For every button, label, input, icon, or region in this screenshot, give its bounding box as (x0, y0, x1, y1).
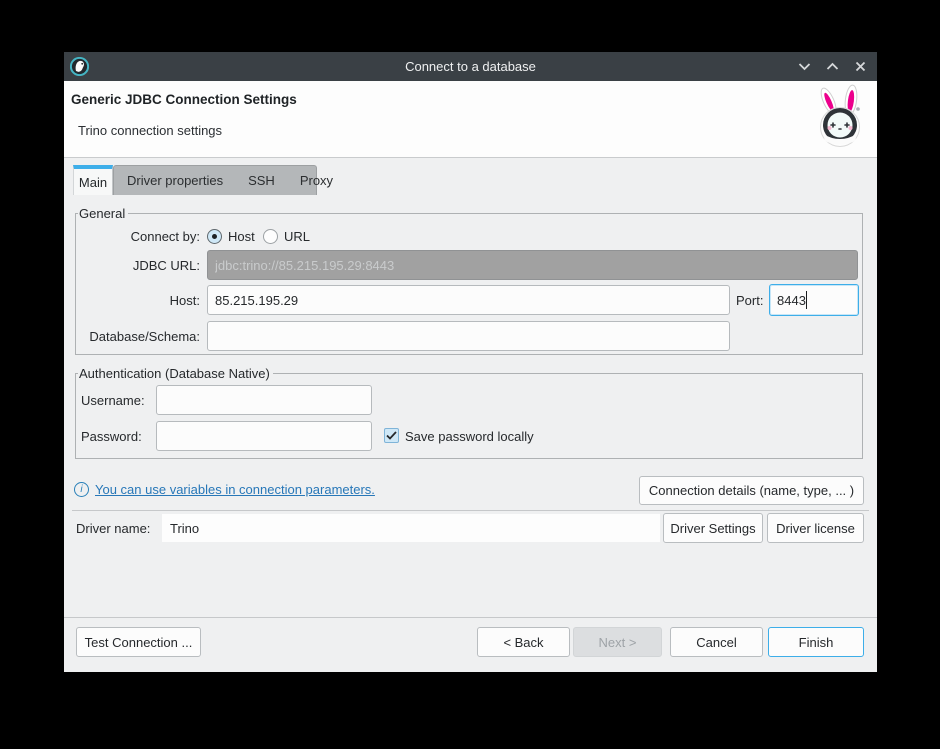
screen: Connect to a database Generic JDBC Conne… (0, 0, 940, 749)
username-label: Username: (81, 393, 145, 408)
tab-driver-properties[interactable]: Driver properties (127, 173, 223, 188)
password-label: Password: (81, 429, 142, 444)
page-subtitle: Trino connection settings (78, 123, 222, 138)
text-caret (806, 291, 807, 309)
tab-strip: Driver properties SSH Proxy (113, 165, 317, 195)
tab-main[interactable]: Main (73, 165, 113, 195)
driver-license-button[interactable]: Driver license (767, 513, 864, 543)
radio-host[interactable] (207, 229, 222, 244)
page-title: Generic JDBC Connection Settings (71, 92, 297, 107)
close-icon[interactable] (853, 60, 867, 74)
jdbc-url-field (207, 250, 858, 280)
driver-name-label: Driver name: (76, 521, 150, 536)
save-password-checkbox[interactable] (384, 428, 399, 443)
connect-dialog: Connect to a database Generic JDBC Conne… (64, 52, 877, 672)
port-label: Port: (736, 293, 763, 308)
variables-link[interactable]: You can use variables in connection para… (95, 482, 375, 497)
connect-by-label: Connect by: (76, 229, 200, 244)
tab-ssh[interactable]: SSH (248, 173, 275, 188)
port-field-wrap (769, 284, 859, 316)
dbeaver-app-icon[interactable] (70, 57, 89, 76)
driver-settings-button[interactable]: Driver Settings (663, 513, 763, 543)
connection-details-button[interactable]: Connection details (name, type, ... ) (639, 476, 864, 505)
auth-legend: Authentication (Database Native) (78, 366, 273, 381)
separator (72, 510, 869, 511)
minimize-icon[interactable] (797, 60, 811, 74)
password-field[interactable] (156, 421, 372, 451)
general-legend: General (78, 206, 128, 221)
host-label: Host: (76, 293, 200, 308)
database-label: Database/Schema: (76, 329, 200, 344)
jdbc-url-label: JDBC URL: (76, 258, 200, 273)
driver-name-field (162, 514, 660, 542)
radio-url[interactable] (263, 229, 278, 244)
footer-separator (64, 617, 877, 618)
port-field[interactable] (769, 284, 859, 316)
radio-url-label[interactable]: URL (284, 229, 310, 244)
tab-main-label: Main (79, 175, 107, 190)
back-button[interactable]: < Back (477, 627, 570, 657)
test-connection-button[interactable]: Test Connection ... (76, 627, 201, 657)
info-icon: i (74, 482, 89, 497)
username-field[interactable] (156, 385, 372, 415)
tab-proxy[interactable]: Proxy (300, 173, 333, 188)
maximize-icon[interactable] (825, 60, 839, 74)
cancel-button[interactable]: Cancel (670, 627, 763, 657)
window-controls (797, 52, 867, 81)
finish-button[interactable]: Finish (768, 627, 864, 657)
database-field[interactable] (207, 321, 730, 351)
window-title: Connect to a database (405, 59, 536, 74)
save-password-label[interactable]: Save password locally (405, 429, 534, 444)
dialog-header: Generic JDBC Connection Settings Trino c… (64, 81, 877, 158)
titlebar: Connect to a database (64, 52, 877, 81)
host-field[interactable] (207, 285, 730, 315)
next-button: Next > (573, 627, 662, 657)
radio-host-label[interactable]: Host (228, 229, 255, 244)
dbeaver-rabbit-logo-icon (811, 84, 869, 153)
